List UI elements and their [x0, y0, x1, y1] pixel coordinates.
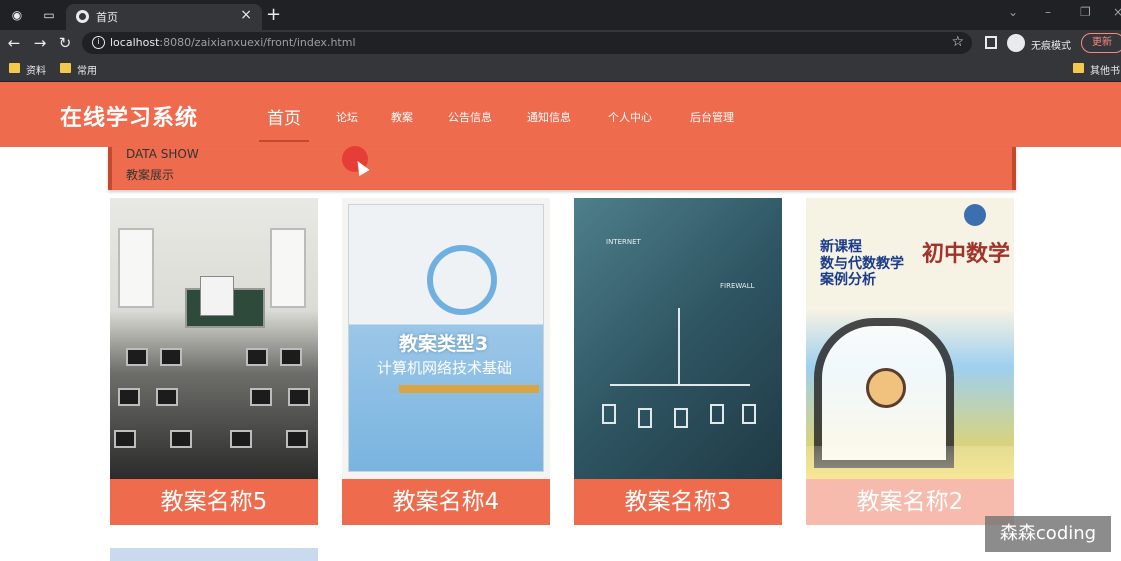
book-stripe: [399, 385, 539, 393]
incognito-label: 无痕模式: [1031, 41, 1071, 52]
folder-icon: [9, 63, 20, 73]
monitor-shape: [156, 388, 178, 406]
monitor-shape: [280, 348, 302, 366]
lesson-card[interactable]: 教案类型3 计算机网络技术基础 教案名称4: [342, 198, 550, 525]
diagram-label: FIREWALL: [720, 282, 755, 290]
window-shape: [270, 228, 306, 308]
nav-forum[interactable]: 论坛: [336, 109, 358, 125]
nav-active-indicator: [259, 140, 309, 142]
site-info-icon[interactable]: i: [92, 36, 105, 49]
minimize-icon[interactable]: –: [1045, 5, 1051, 19]
monitor-shape: [230, 430, 252, 448]
url-path: :8080/zaixianxuexi/front/index.html: [159, 36, 356, 49]
address-bar[interactable]: i localhost:8080/zaixianxuexi/front/inde…: [82, 32, 972, 54]
reload-icon[interactable]: ↻: [56, 33, 74, 53]
nav-announcements[interactable]: 公告信息: [448, 109, 492, 125]
lesson-card[interactable]: 新课程 初中数学 数与代数教学 案例分析 教案名称2: [806, 198, 1014, 525]
nav-admin[interactable]: 后台管理: [690, 109, 734, 125]
network-image[interactable]: INTERNET FIREWALL: [574, 198, 782, 479]
book-subtitle-line: 案例分析: [820, 272, 876, 288]
url-host: localhost: [110, 36, 160, 49]
book-shape: 教案类型3 计算机网络技术基础: [348, 204, 544, 472]
side-panel-icon[interactable]: [985, 36, 997, 49]
book-title: 教案类型3: [399, 333, 489, 355]
device-node-icon: [674, 408, 688, 428]
video-watermark: 森森coding: [985, 516, 1111, 552]
nav-notifications[interactable]: 通知信息: [527, 109, 571, 125]
browser-tab-bar: ◉ ▭ 首页 × + ⌄ – ❐ ×: [0, 0, 1121, 30]
browser-toolbar: ← → ↻ i localhost:8080/zaixianxuexi/fron…: [0, 30, 1121, 56]
forward-icon[interactable]: →: [31, 33, 49, 53]
bookmark-star-icon[interactable]: ☆: [951, 34, 964, 50]
lesson-card[interactable]: 教案名称5: [110, 198, 318, 525]
math-book-image[interactable]: 新课程 初中数学 数与代数教学 案例分析: [806, 198, 1014, 479]
window-shape: [118, 228, 154, 308]
nav-home[interactable]: 首页: [267, 104, 301, 129]
bookmark-item[interactable]: 常用: [77, 62, 97, 77]
folder-icon: [60, 63, 71, 73]
book-subtitle: 计算机网络技术基础: [377, 359, 513, 377]
tab-favicon-icon: [76, 10, 89, 23]
monitor-shape: [126, 348, 148, 366]
lesson-card-title[interactable]: 教案名称5: [110, 479, 318, 525]
nav-personal-center[interactable]: 个人中心: [608, 109, 652, 125]
diagram-line: [610, 384, 750, 386]
device-node-icon: [602, 404, 616, 424]
bookmarks-bar: 资料 常用 其他书: [0, 56, 1121, 82]
tab-list-icon[interactable]: ⌄: [1008, 5, 1018, 19]
book-title: 初中数学: [922, 242, 1011, 267]
device-node-icon: [710, 404, 724, 424]
cartoon-kid-shape: [866, 368, 906, 408]
site-header: 在线学习系统 首页 论坛 教案 公告信息 通知信息 个人中心 后台管理: [0, 82, 1121, 147]
projector-screen-shape: [200, 276, 234, 316]
monitor-shape: [250, 388, 272, 406]
book-cover-image[interactable]: 教案类型3 计算机网络技术基础: [342, 198, 550, 479]
banner-title-en: DATA SHOW: [126, 147, 199, 161]
update-button[interactable]: 更新: [1081, 33, 1121, 53]
banner-title-zh: 教案展示: [126, 168, 175, 182]
tab-close-icon[interactable]: ×: [240, 7, 252, 23]
lesson-card-title[interactable]: 教案名称4: [342, 479, 550, 525]
monitor-shape: [286, 430, 308, 448]
book-subtitle: 数与代数教学 案例分析: [820, 256, 904, 288]
nav-lesson-plans[interactable]: 教案: [391, 109, 413, 125]
diagram-line: [678, 308, 680, 384]
next-row-card-peek: [110, 548, 318, 561]
qr-circle-shape: [427, 245, 497, 315]
browser-tab[interactable]: 首页 ×: [66, 4, 262, 30]
lesson-card[interactable]: INTERNET FIREWALL 教案名称3: [574, 198, 782, 525]
monitor-shape: [288, 388, 310, 406]
url-text[interactable]: localhost:8080/zaixianxuexi/front/index.…: [110, 36, 356, 49]
site-logo[interactable]: 在线学习系统: [60, 100, 198, 132]
book-subtitle-line: 数与代数教学: [820, 256, 904, 272]
monitor-shape: [246, 348, 268, 366]
lesson-card-title[interactable]: 教案名称2: [806, 479, 1014, 525]
incognito-icon[interactable]: [1007, 34, 1025, 52]
lesson-card-title[interactable]: 教案名称3: [574, 479, 782, 525]
tab-title: 首页: [96, 11, 118, 24]
classroom-image[interactable]: [110, 198, 318, 479]
diagram-label: INTERNET: [606, 238, 641, 246]
book-series: 新课程: [820, 239, 862, 255]
close-window-icon[interactable]: ×: [1113, 5, 1121, 19]
monitor-shape: [160, 348, 182, 366]
device-node-icon: [638, 408, 652, 428]
monitor-shape: [170, 430, 192, 448]
monitor-shape: [114, 430, 136, 448]
tab-search-icon[interactable]: ▭: [42, 8, 56, 22]
new-tab-icon[interactable]: +: [266, 4, 281, 25]
other-bookmarks[interactable]: 其他书: [1090, 62, 1120, 77]
folder-icon: [1073, 63, 1084, 73]
publisher-badge-icon: [964, 204, 986, 226]
data-show-banner: DATA SHOW 教案展示: [108, 147, 1016, 190]
back-icon[interactable]: ←: [5, 33, 23, 53]
globe-icon[interactable]: ◉: [10, 8, 24, 22]
restore-icon[interactable]: ❐: [1080, 5, 1091, 19]
bookmark-item[interactable]: 资料: [26, 62, 46, 77]
device-node-icon: [742, 404, 756, 424]
monitor-shape: [118, 388, 140, 406]
